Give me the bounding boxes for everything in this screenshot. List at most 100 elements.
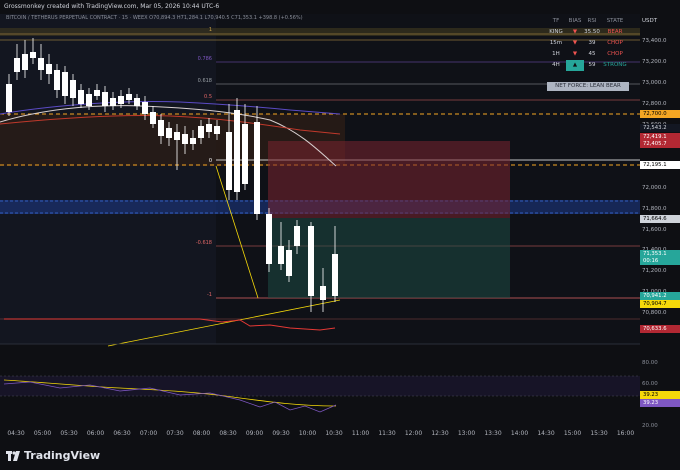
state-cell: CHOP (607, 40, 623, 46)
candle-body (54, 70, 60, 90)
price-label: 73,400.0 (642, 38, 667, 44)
time-label: 09:00 (245, 430, 264, 437)
candle-body (254, 122, 260, 214)
header-state: STATE (606, 18, 624, 24)
time-label: 05:30 (60, 430, 78, 437)
time-label: 13:30 (484, 430, 502, 437)
tradingview-logo: TradingView (6, 449, 100, 462)
time-label: 15:00 (563, 430, 582, 437)
candle-body (22, 54, 28, 70)
rsi-cell: 35.50 (584, 29, 600, 35)
rsi-cell: 39 (588, 40, 596, 46)
bias-cell: ▼ (572, 51, 578, 57)
stop-loss-zone (268, 141, 510, 218)
time-label: 04:30 (7, 430, 25, 437)
price-tag: 70,633.6 (640, 325, 680, 333)
bias-table-row: 1H ▼ 45 CHOP (546, 49, 638, 60)
symbol-legend[interactable]: BITCOIN / TETHERUS PERPETUAL CONTRACT · … (6, 15, 303, 21)
osc-value-tag: 39.23 (640, 391, 680, 399)
fib-band-top (0, 28, 640, 36)
candle-body (226, 132, 232, 190)
candle-body (94, 90, 100, 96)
price-label: 71,200.0 (642, 268, 667, 274)
currency-label: USDT (642, 18, 658, 24)
candle-body (320, 286, 326, 300)
state-cell: BEAR (607, 29, 623, 35)
candle-body (118, 96, 124, 104)
time-label: 09:30 (272, 430, 290, 437)
header-bias: BIAS (568, 18, 582, 24)
candle-body (62, 72, 68, 96)
time-label: 06:00 (86, 430, 105, 437)
bias-cell: ▼ (572, 40, 578, 46)
time-label: 07:00 (139, 430, 158, 437)
fib-label-0618: 0.618 (198, 78, 212, 84)
time-label: 16:00 (616, 430, 635, 437)
tf-cell: 1H (552, 51, 560, 57)
candle-body (110, 98, 116, 106)
price-tag: 72,543.2 (640, 124, 680, 132)
tf-cell: KING (549, 29, 563, 35)
price-tag: 00:16 (640, 257, 680, 265)
time-label: 06:30 (113, 430, 131, 437)
bias-cell: ▲ (566, 60, 584, 71)
candle-body (332, 254, 338, 296)
bias-table-row: 15m ▼ 39 CHOP (546, 38, 638, 49)
candle-body (190, 138, 196, 144)
fib-label-0: 0 (209, 158, 212, 164)
time-label: 11:30 (378, 430, 396, 437)
candle-body (278, 246, 284, 264)
take-profit-zone (268, 218, 510, 298)
candle-body (182, 134, 188, 144)
candle-body (38, 58, 44, 70)
time-label: 10:30 (325, 430, 343, 437)
time-label: 14:30 (537, 430, 555, 437)
candle-body (46, 64, 52, 74)
time-label: 08:00 (192, 430, 211, 437)
candle-body (126, 94, 132, 100)
price-tag: 71,664.6 (640, 215, 680, 223)
price-tag: 72,700.0 (640, 110, 680, 118)
price-axis[interactable]: USDT 73,400.0 73,200.0 73,000.0 72,800.0 72,… (640, 14, 680, 432)
price-tag: 72,195.1 (640, 161, 680, 169)
candle-body (294, 226, 300, 246)
candle-body (158, 120, 164, 136)
price-label: 71,800.0 (642, 206, 667, 212)
candle-body (78, 90, 84, 104)
osc-axis-label: 80.00 (642, 360, 658, 366)
time-label: 05:00 (33, 430, 52, 437)
pre-session-shading (0, 14, 216, 344)
candle-body (134, 98, 140, 106)
main-chart[interactable]: 1 0.786 0.618 0.5 0 -0.618 -1 (0, 14, 640, 432)
time-axis[interactable]: 04:30 05:00 05:30 06:00 06:30 07:00 07:30 08:00… (0, 428, 640, 440)
candle-body (14, 58, 20, 72)
tf-cell: 15m (549, 40, 563, 46)
bias-table: TF BIAS RSI STATE KING ▼ 35.50 BEAR 15m ▼ 39 CH… (546, 16, 638, 71)
brand-name: TradingView (24, 449, 101, 462)
time-label: 15:30 (590, 430, 608, 437)
tf-cell: 4H (552, 62, 560, 68)
candle-body (70, 80, 76, 98)
price-tag: 72,405.7 (640, 140, 680, 148)
candle-body (6, 84, 12, 112)
candle-body (266, 214, 272, 264)
state-cell: CHOP (607, 51, 623, 57)
candle-body (86, 94, 92, 106)
candle-body (150, 112, 156, 124)
price-label: 73,000.0 (642, 80, 667, 86)
rsi-cell: 45 (588, 51, 596, 57)
candle-body (286, 250, 292, 276)
price-tag: 70,941.2 (640, 292, 680, 300)
price-label: 72,000.0 (642, 185, 667, 191)
tradingview-mark-icon (6, 450, 20, 461)
time-label: 12:00 (404, 430, 423, 437)
osc-value-tag: 39.23 (640, 399, 680, 407)
candle-body (142, 102, 148, 114)
candle-body (242, 124, 248, 184)
price-label: 70,800.0 (642, 310, 667, 316)
state-cell: STRONG (603, 62, 627, 68)
fib-label-1: 1 (209, 27, 212, 33)
fib-label-neg1: -1 (207, 292, 212, 298)
candle-body (308, 226, 314, 296)
candle-body (30, 52, 36, 58)
